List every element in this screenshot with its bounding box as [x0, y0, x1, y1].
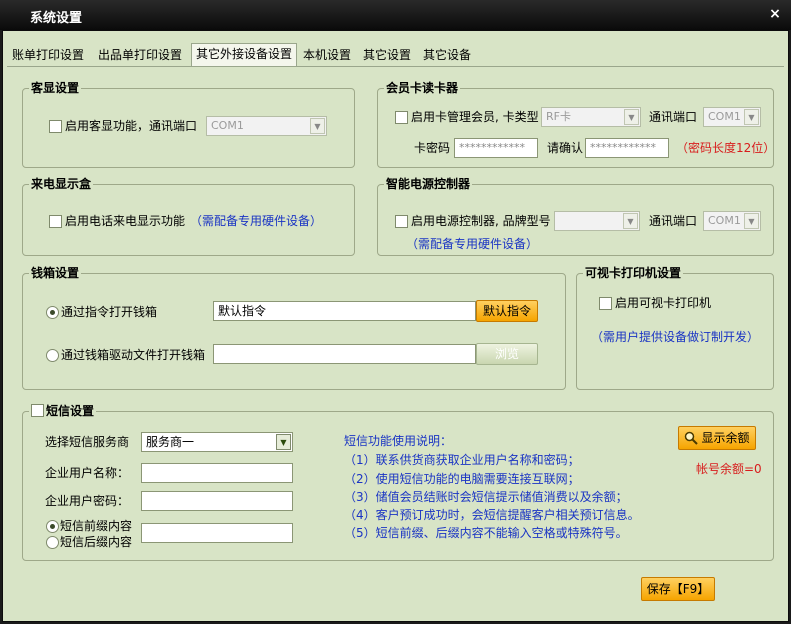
account-balance-text: 帐号余额=0 [696, 462, 762, 476]
cash-drawer-group: 钱箱设置 通过指令打开钱箱 默认指令 默认指令 通过钱箱驱动文件打开钱箱 浏览 [22, 266, 566, 390]
sms-enable-checkbox[interactable] [31, 404, 44, 417]
power-port-select[interactable]: COM1 ▼ [703, 211, 761, 231]
card-type-select[interactable]: RF卡 ▼ [541, 107, 641, 127]
caller-id-title: 来电显示盒 [29, 177, 94, 192]
cash-drawer-command-radio[interactable] [46, 306, 59, 319]
tab-divider [7, 66, 784, 67]
sms-title-wrap: 短信设置 [29, 404, 97, 419]
customer-display-checkbox[interactable] [49, 120, 62, 133]
tab-bill-print[interactable]: 账单打印设置 [7, 44, 89, 66]
dialog-body: 账单打印设置 出品单打印设置 其它外接设备设置 本机设置 其它设置 其它设备 客… [2, 30, 789, 622]
caller-id-group: 来电显示盒 启用电话来电显示功能 （需配备专用硬件设备） [22, 177, 355, 256]
sms-user-input[interactable] [141, 463, 293, 483]
title-bar[interactable]: 系统设置 × [0, 0, 791, 30]
customer-display-port-value: COM1 [211, 119, 244, 132]
tab-external-devices[interactable]: 其它外接设备设置 [191, 43, 297, 66]
close-icon[interactable]: × [767, 6, 783, 22]
browse-button[interactable]: 浏览 [476, 343, 538, 365]
caller-id-hint: （需配备专用硬件设备） [190, 214, 323, 228]
sms-password-label: 企业用户密码： [45, 494, 130, 508]
sms-title: 短信设置 [46, 404, 95, 418]
card-reader-port-value: COM1 [708, 110, 741, 123]
card-password-input[interactable]: ************ [454, 138, 538, 158]
card-reader-port-label: 通讯端口 [649, 110, 698, 124]
power-controller-group: 智能电源控制器 启用电源控制器, 品牌型号 ▼ 通讯端口 COM1 ▼ （需配备… [377, 177, 774, 256]
settings-window: 系统设置 × 账单打印设置 出品单打印设置 其它外接设备设置 本机设置 其它设置… [0, 0, 791, 624]
card-password-label: 卡密码 [414, 141, 451, 155]
cash-drawer-driver-label: 通过钱箱驱动文件打开钱箱 [61, 348, 206, 362]
tab-other-settings[interactable]: 其它设置 [359, 44, 415, 66]
sms-affix-input[interactable] [141, 523, 293, 543]
password-length-hint: （密码长度12位） [676, 141, 776, 155]
sms-provider-value: 服务商一 [146, 435, 195, 449]
default-command-button[interactable]: 默认指令 [476, 300, 538, 322]
window-title: 系统设置 [30, 11, 83, 26]
sms-instructions-title: 短信功能使用说明： [344, 434, 453, 448]
power-port-value: COM1 [708, 214, 741, 227]
sms-provider-label: 选择短信服务商 [45, 435, 130, 449]
sms-instruction-2: （2）使用短信功能的电脑需要连接互联网； [344, 472, 580, 486]
show-balance-label: 显示余额 [701, 431, 750, 445]
chevron-down-icon: ▼ [624, 109, 639, 125]
sms-password-input[interactable] [141, 491, 293, 511]
card-printer-group: 可视卡打印机设置 启用可视卡打印机 （需用户提供设备做订制开发） [576, 266, 774, 390]
cash-drawer-driver-input[interactable] [213, 344, 476, 364]
card-reader-checkbox[interactable] [395, 111, 408, 124]
power-controller-label: 启用电源控制器, 品牌型号 [411, 214, 551, 228]
power-controller-checkbox[interactable] [395, 215, 408, 228]
customer-display-port-select[interactable]: COM1 ▼ [206, 116, 327, 136]
customer-display-title: 客显设置 [29, 81, 82, 96]
customer-display-group: 客显设置 启用客显功能，通讯端口 COM1 ▼ [22, 81, 355, 168]
power-controller-hint: （需配备专用硬件设备） [406, 237, 539, 251]
show-balance-button[interactable]: 显示余额 [678, 426, 756, 450]
card-reader-label: 启用卡管理会员, 卡类型 [411, 110, 539, 124]
card-printer-checkbox[interactable] [599, 297, 612, 310]
sms-instruction-5: （5）短信前缀、后缀内容不能输入空格或特殊符号。 [344, 526, 628, 540]
tab-other-devices[interactable]: 其它设备 [419, 44, 475, 66]
cash-drawer-title: 钱箱设置 [29, 266, 82, 281]
card-printer-hint: （需用户提供设备做订制开发） [591, 330, 760, 344]
card-type-value: RF卡 [546, 110, 571, 123]
sms-provider-select[interactable]: 服务商一 ▼ [141, 432, 293, 452]
chevron-down-icon: ▼ [744, 109, 759, 125]
chevron-down-icon: ▼ [276, 434, 291, 450]
chevron-down-icon: ▼ [310, 118, 325, 134]
power-port-label: 通讯端口 [649, 214, 698, 228]
chevron-down-icon: ▼ [744, 213, 759, 229]
sms-suffix-label: 短信后缀内容 [60, 535, 133, 549]
card-reader-port-select[interactable]: COM1 ▼ [703, 107, 761, 127]
chevron-down-icon: ▼ [623, 213, 638, 229]
save-button[interactable]: 保存【F9】 [641, 577, 715, 601]
tab-dish-print[interactable]: 出品单打印设置 [93, 44, 187, 66]
tab-local-settings[interactable]: 本机设置 [301, 44, 353, 66]
card-confirm-label: 请确认 [547, 141, 584, 155]
customer-display-label: 启用客显功能，通讯端口 [65, 119, 198, 133]
power-controller-title: 智能电源控制器 [384, 177, 473, 192]
caller-id-checkbox[interactable] [49, 215, 62, 228]
card-confirm-input[interactable]: ************ [585, 138, 669, 158]
card-reader-group: 会员卡读卡器 启用卡管理会员, 卡类型 RF卡 ▼ 通讯端口 COM1 ▼ 卡密… [377, 81, 776, 168]
card-printer-title: 可视卡打印机设置 [583, 266, 684, 281]
sms-instruction-3: （3）储值会员结账时会短信提示储值消费以及余额； [344, 490, 628, 504]
sms-suffix-radio[interactable] [46, 536, 59, 549]
power-brand-select[interactable]: ▼ [554, 211, 640, 231]
sms-prefix-radio[interactable] [46, 520, 59, 533]
sms-group: 短信设置 选择短信服务商 服务商一 ▼ 企业用户名称： 企业用户密码： 短信前缀… [22, 404, 774, 561]
card-reader-title: 会员卡读卡器 [384, 81, 461, 96]
cash-drawer-driver-radio[interactable] [46, 349, 59, 362]
sms-instruction-1: （1）联系供货商获取企业用户名称和密码； [344, 453, 580, 467]
caller-id-label: 启用电话来电显示功能 [65, 214, 186, 228]
cash-drawer-command-input[interactable]: 默认指令 [213, 301, 476, 321]
magnifier-icon [685, 431, 699, 445]
sms-instruction-4: （4）客户预订成功时，会短信提醒客户相关预订信息。 [344, 508, 640, 522]
card-printer-label: 启用可视卡打印机 [615, 296, 712, 310]
cash-drawer-command-label: 通过指令打开钱箱 [61, 305, 158, 319]
sms-user-label: 企业用户名称： [45, 466, 130, 480]
